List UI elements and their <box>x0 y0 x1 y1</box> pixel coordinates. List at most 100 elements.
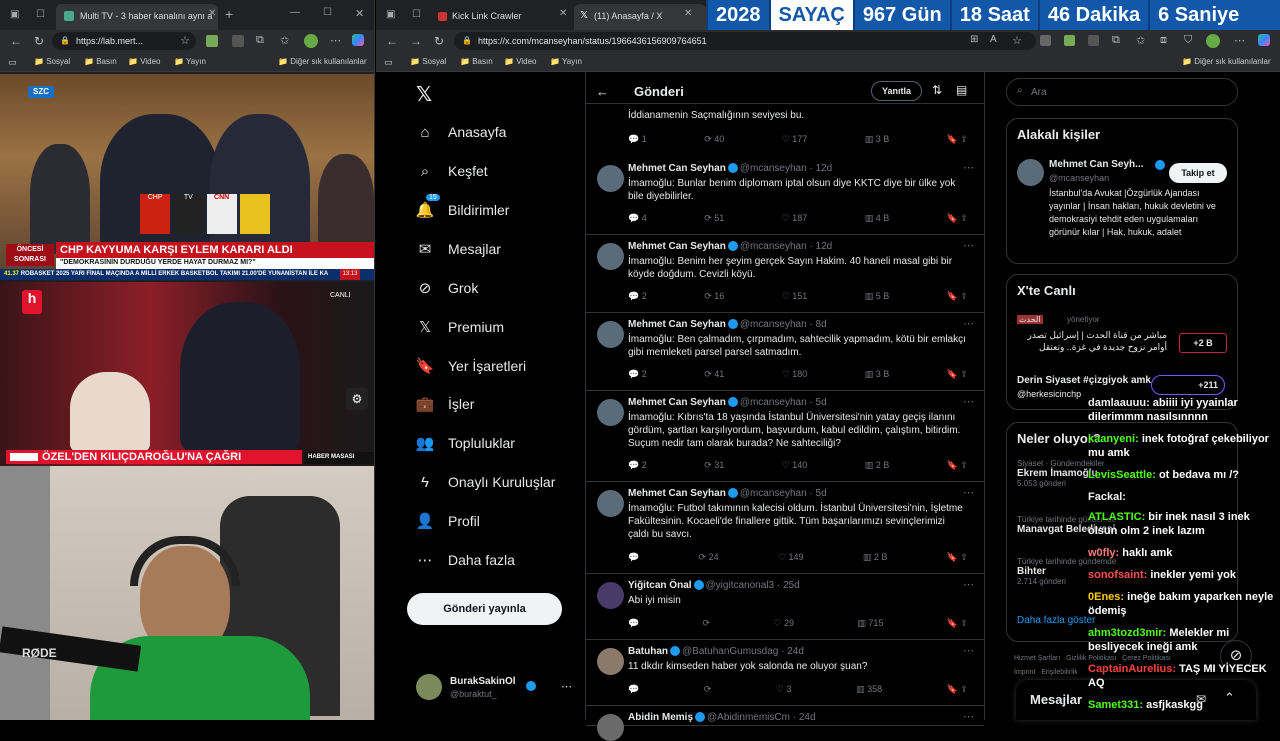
nav-item-0[interactable]: ⌂ Anasayfa <box>416 120 506 144</box>
collections-icon[interactable]: ▭ <box>8 57 17 68</box>
bookmark-folder-basin[interactable]: 📁 Basın <box>84 57 117 66</box>
forward-icon[interactable]: → <box>410 34 422 48</box>
like-count[interactable]: ♡ 180 <box>782 369 808 380</box>
favorite-star-icon[interactable]: ☆ <box>180 34 190 47</box>
more-options-icon[interactable]: ⋯ <box>1234 34 1245 47</box>
extension-icon[interactable] <box>206 35 218 47</box>
bookmark-icon[interactable]: 🔖 ⇪ <box>947 552 968 563</box>
user-avatar[interactable] <box>1017 159 1044 186</box>
app-install-icon[interactable]: ⊞ <box>970 34 978 45</box>
view-count[interactable]: ▥ 3 B <box>865 369 890 380</box>
minimize-icon[interactable]: — <box>290 7 300 18</box>
reply-count[interactable]: 💬 <box>628 552 639 563</box>
maximize-icon[interactable]: ☐ <box>323 7 332 18</box>
footer-link[interactable]: Çerez Politikası <box>1122 655 1171 662</box>
bookmark-folder-sosyal[interactable]: 📁 Sosyal <box>410 57 446 66</box>
extension-icon[interactable] <box>1064 35 1075 46</box>
more-icon[interactable]: ⋯ <box>963 578 974 591</box>
close-window-icon[interactable]: ✕ <box>355 7 364 20</box>
reader-view-icon[interactable]: ▤ <box>956 83 967 97</box>
user-name[interactable]: Mehmet Can Seyh... <box>1049 159 1143 170</box>
like-count[interactable]: ♡ 151 <box>782 291 808 302</box>
more-options-icon[interactable]: ⋯ <box>330 34 341 47</box>
bookmark-icon[interactable]: 🔖 ⇪ <box>947 460 968 471</box>
post-author-avatar[interactable] <box>597 399 624 426</box>
like-count[interactable]: ♡ 3 <box>776 684 792 695</box>
post-author-avatar[interactable] <box>597 321 624 348</box>
nav-item-9[interactable]: ϟ Onaylı Kuruluşlar <box>416 470 555 494</box>
collections-icon[interactable]: ⧈ <box>1160 34 1167 47</box>
post-author-avatar[interactable] <box>597 714 624 741</box>
left-url-field[interactable]: 🔒 https://lab.mert... <box>52 32 196 50</box>
post[interactable]: Mehmet Can Seyhan @mcanseyhan · 12d ⋯ İma… <box>586 235 984 313</box>
right-url-field[interactable]: 🔒 https://x.com/mcanseyhan/status/196643… <box>454 32 1036 50</box>
live-item-title[interactable]: مباشر من قناة الحدث | إسرائيل تصدر أوامر… <box>1017 329 1167 353</box>
bookmark-icon[interactable]: 🔖 ⇪ <box>947 369 968 380</box>
nav-item-2[interactable]: 🔔 Bildirimler 15 <box>416 194 509 222</box>
footer-link[interactable]: İmprint <box>1014 669 1035 676</box>
nav-item-10[interactable]: 👤 Profil <box>416 509 480 533</box>
view-count[interactable]: ▥ 5 B <box>865 291 890 302</box>
close-tab-icon[interactable]: ✕ <box>559 8 567 19</box>
repost-count[interactable]: ⟳ 16 <box>704 291 724 302</box>
tab-list-icon[interactable]: ☐ <box>412 9 421 20</box>
refresh-icon[interactable]: ↻ <box>34 34 44 48</box>
repost-count[interactable]: ⟳ 51 <box>704 213 724 224</box>
post[interactable]: Yiğitcan Önal @yigitcanonal3 · 25d ⋯ Abi … <box>586 574 984 640</box>
repost-count[interactable]: ⟳ <box>703 618 711 629</box>
more-icon[interactable]: ⋯ <box>963 644 974 657</box>
read-aloud-icon[interactable]: A <box>990 34 997 45</box>
close-tab-icon[interactable]: ✕ <box>684 8 692 19</box>
bookmark-folder-other[interactable]: 📁 Diğer sık kullanılanlar <box>278 57 367 66</box>
post[interactable]: Abidin Memiş @AbidinmemisCm · 24d ⋯ <box>586 706 984 741</box>
show-more-link[interactable]: Daha fazla göster <box>1017 615 1095 626</box>
post-author-avatar[interactable] <box>597 648 624 675</box>
back-icon[interactable]: ← <box>10 34 22 48</box>
repost-count[interactable]: ⟳ 31 <box>704 460 724 471</box>
repost-count[interactable]: ⟳ 41 <box>704 369 724 380</box>
like-count[interactable]: ♡ 29 <box>773 618 794 629</box>
nav-item-1[interactable]: ⌕ Keşfet <box>416 159 488 183</box>
favorites-icon[interactable]: ✩ <box>1136 34 1145 47</box>
like-count[interactable]: ♡ 149 <box>778 552 804 563</box>
nav-item-8[interactable]: 👥 Topluluklar <box>416 431 515 455</box>
view-count[interactable]: ▥ 2 B <box>863 552 888 563</box>
bookmark-icon[interactable]: 🔖 ⇪ <box>947 213 968 224</box>
view-count[interactable]: ▥ 4 B <box>865 213 890 224</box>
nav-item-4[interactable]: ⊘ Grok <box>416 276 479 300</box>
reply-count[interactable]: 💬 2 <box>628 369 647 380</box>
nav-item-11[interactable]: ⋯ Daha fazla <box>416 548 515 572</box>
nav-item-7[interactable]: 💼 İşler <box>416 392 475 416</box>
nav-item-3[interactable]: ✉ Mesajlar <box>416 237 501 261</box>
reply-button[interactable]: Yanıtla <box>871 81 923 101</box>
post-author-avatar[interactable] <box>597 490 624 517</box>
reply-count[interactable]: 💬 4 <box>628 213 647 224</box>
footer-link[interactable]: Gizlilik Politikası <box>1066 655 1116 662</box>
copilot-icon[interactable] <box>352 34 364 46</box>
search-input[interactable]: ⌕ Ara <box>1006 78 1238 106</box>
new-tab-icon[interactable]: + <box>225 6 233 22</box>
more-icon[interactable]: ⋯ <box>963 161 974 174</box>
post[interactable]: Mehmet Can Seyhan @mcanseyhan · 5d ⋯ İmam… <box>586 482 984 574</box>
close-tab-icon[interactable]: ✕ <box>208 8 216 19</box>
repost-count[interactable]: ⟳ 40 <box>704 134 724 145</box>
view-count[interactable]: ▥ 358 <box>856 684 882 695</box>
tab-multi-tv[interactable]: Multi TV - 3 haber kanalını aynı a <box>56 4 218 30</box>
footer-link[interactable]: Erişilebilirlik <box>1041 669 1078 676</box>
post[interactable]: Batuhan @BatuhanGumusdag · 24d ⋯ 11 dkdır… <box>586 640 984 706</box>
bookmark-folder-basin[interactable]: 📁 Basın <box>460 57 493 66</box>
extension-icon[interactable] <box>1040 35 1051 46</box>
bookmark-folder-video[interactable]: 📁 Video <box>504 57 537 66</box>
like-count[interactable]: ♡ 187 <box>782 213 808 224</box>
copilot-icon[interactable] <box>1258 34 1270 46</box>
more-icon[interactable]: ⋯ <box>963 395 974 408</box>
reply-count[interactable]: 💬 2 <box>628 291 647 302</box>
reply-count[interactable]: 💬 <box>628 618 639 629</box>
bookmark-folder-other[interactable]: 📁 Diğer sık kullanılanlar <box>1182 57 1271 66</box>
filter-icon[interactable]: ⇅ <box>932 83 942 97</box>
post[interactable]: Mehmet Can Seyhan @mcanseyhan · 8d ⋯ İmam… <box>586 313 984 391</box>
more-icon[interactable]: ⋯ <box>963 710 974 723</box>
post-author-avatar[interactable] <box>597 165 624 192</box>
like-count[interactable]: ♡ 140 <box>782 460 808 471</box>
nav-item-5[interactable]: 𝕏 Premium <box>416 315 504 339</box>
